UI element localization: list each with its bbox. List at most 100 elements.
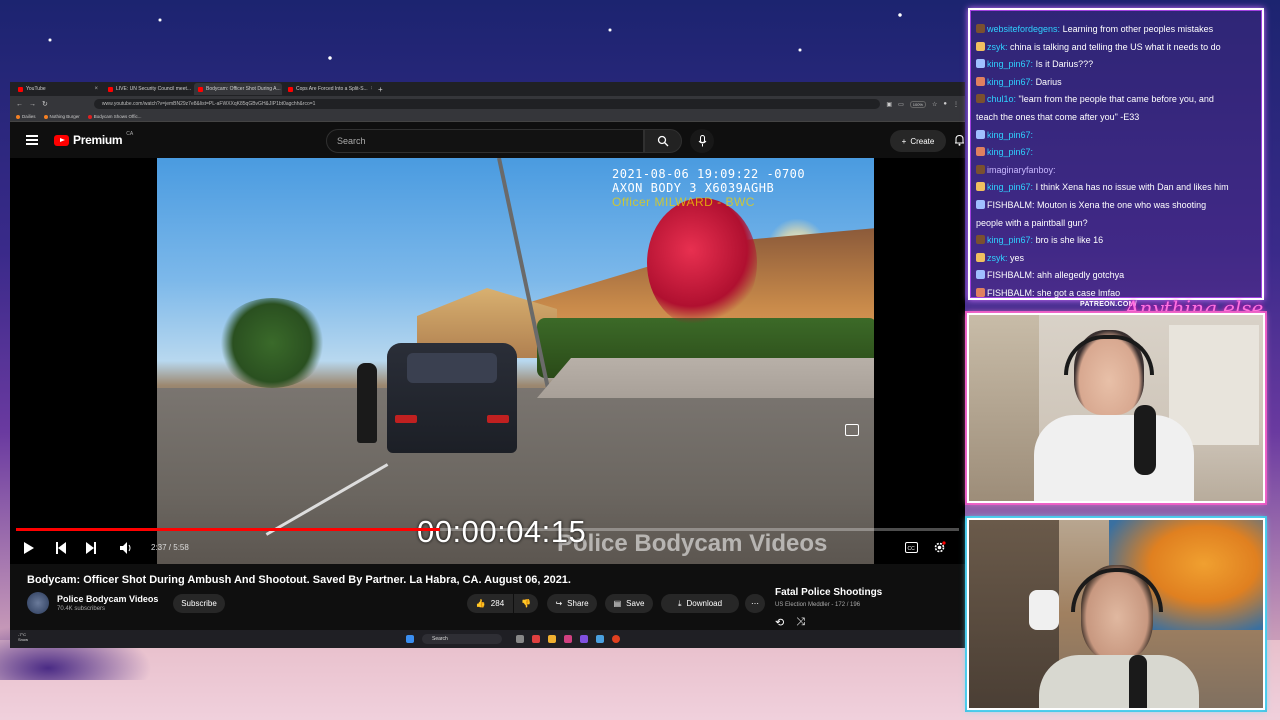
next-button[interactable] bbox=[86, 542, 96, 554]
discord-icon[interactable] bbox=[580, 635, 588, 643]
video-frame[interactable]: 2021-08-06 19:09:22 -0700 AXON BODY 3 X6… bbox=[157, 158, 874, 564]
tab-youtube[interactable]: YouTube × bbox=[14, 83, 102, 95]
chat-text: Darius bbox=[1035, 76, 1062, 87]
search-input[interactable]: Search bbox=[326, 129, 644, 153]
chat-username[interactable]: chul1o: bbox=[987, 94, 1016, 104]
chat-text: bro is she like 16 bbox=[1035, 235, 1104, 246]
chat-text: Mouton is Xena the one who was shooting bbox=[1037, 200, 1207, 210]
shuffle-icon[interactable]: ⤨ bbox=[796, 616, 805, 629]
logo-text: Premium bbox=[73, 133, 123, 147]
voice-search-button[interactable] bbox=[690, 129, 714, 153]
chat-username[interactable]: king_pin67: bbox=[987, 77, 1033, 87]
url-field[interactable]: www.youtube.com/watch?v=jemBN29z7e8&list… bbox=[93, 99, 881, 109]
close-tab-icon[interactable]: × bbox=[371, 86, 372, 92]
chat-message: zsyk: china is talking and telling the U… bbox=[976, 41, 1221, 53]
forward-icon[interactable]: → bbox=[29, 101, 36, 108]
settings-button[interactable] bbox=[933, 541, 946, 554]
search-button[interactable] bbox=[644, 129, 682, 153]
streamer-shirt bbox=[1034, 415, 1194, 501]
chat-username[interactable]: websitefordegens: bbox=[987, 24, 1060, 34]
notifications-bell-icon[interactable] bbox=[954, 134, 965, 146]
chat-message: FISHBALM: she got a case lmfao bbox=[976, 288, 1120, 298]
chat-badge-icon bbox=[976, 182, 985, 192]
dislike-button[interactable]: 👎 bbox=[514, 594, 538, 613]
video-title: Bodycam: Officer Shot During Ambush And … bbox=[27, 574, 571, 586]
chat-badge-icon bbox=[976, 59, 985, 69]
chat-badge-icon bbox=[976, 270, 985, 280]
back-icon[interactable]: ← bbox=[16, 101, 23, 108]
taskbar-search[interactable]: Search bbox=[422, 634, 502, 644]
video-player[interactable]: 2021-08-06 19:09:22 -0700 AXON BODY 3 X6… bbox=[10, 158, 965, 564]
create-button[interactable]: + Create bbox=[890, 130, 946, 152]
app-icon[interactable] bbox=[596, 635, 604, 643]
app-icon[interactable] bbox=[564, 635, 572, 643]
play-button[interactable] bbox=[24, 542, 34, 554]
playlist-panel[interactable]: Fatal Police Shootings US Election Meddl… bbox=[765, 578, 965, 634]
chat-username[interactable]: zsyk: bbox=[987, 253, 1008, 263]
profile-icon[interactable]: ● bbox=[943, 101, 947, 108]
chat-username[interactable]: FISHBALM: bbox=[987, 200, 1035, 210]
previous-icon bbox=[56, 542, 66, 554]
youtube-logo[interactable]: Premium CA bbox=[54, 131, 134, 147]
stamp-officer: Officer MILWARD - BWC bbox=[612, 195, 755, 209]
bookmark-item[interactable]: Bodycam Shows Offic... bbox=[87, 114, 141, 119]
hamburger-menu-icon[interactable] bbox=[26, 133, 38, 148]
chat-badge-icon bbox=[976, 200, 985, 209]
previous-button[interactable] bbox=[56, 542, 66, 554]
download-button[interactable]: ⤓ Download bbox=[661, 594, 739, 613]
picture-in-picture-icon[interactable] bbox=[845, 424, 859, 436]
extension-icon[interactable]: ▣ bbox=[886, 101, 892, 108]
channel-name[interactable]: Police Bodycam Videos bbox=[57, 594, 158, 604]
tab-un-security[interactable]: LIVE: UN Security Council meet...× bbox=[104, 83, 192, 95]
close-tab-icon[interactable]: × bbox=[94, 86, 98, 92]
chat-message: king_pin67: bbox=[976, 129, 1033, 141]
new-tab-icon[interactable]: + bbox=[374, 85, 387, 94]
menu-icon[interactable]: ⋮ bbox=[953, 101, 959, 108]
bookmark-item[interactable]: Dailies bbox=[16, 114, 36, 119]
folder-icon[interactable] bbox=[548, 635, 556, 643]
webcam-streamer-1 bbox=[967, 313, 1265, 503]
chat-username[interactable]: king_pin67: bbox=[987, 182, 1033, 192]
chat-username[interactable]: imaginaryfanboy: bbox=[987, 165, 1056, 175]
chat-username[interactable]: king_pin67: bbox=[987, 130, 1033, 140]
chat-badge-icon bbox=[976, 129, 985, 139]
tab-cops[interactable]: Cops Are Forced Into a Split-S...× bbox=[284, 83, 372, 95]
volume-button[interactable] bbox=[120, 542, 132, 554]
like-button[interactable]: 👍 284 bbox=[467, 594, 513, 613]
chrome-icon[interactable] bbox=[612, 635, 620, 643]
share-label: Share bbox=[567, 599, 589, 608]
tab-bodycam[interactable]: Bodycam: Officer Shot During A...× bbox=[194, 83, 282, 95]
loop-icon[interactable]: ⟲ bbox=[775, 616, 784, 629]
chat-message: FISHBALM: Mouton is Xena the one who was… bbox=[976, 200, 1206, 211]
bookmark-star-icon[interactable]: ☆ bbox=[932, 101, 937, 108]
stream-chat: websitefordegens: Learning from other pe… bbox=[968, 8, 1264, 300]
share-button[interactable]: ↪ Share bbox=[547, 594, 597, 613]
bookmark-item[interactable]: Nothing Burger bbox=[43, 114, 80, 119]
gear-icon bbox=[934, 541, 946, 553]
more-actions-button[interactable]: ⋯ bbox=[745, 594, 765, 613]
progress-bar[interactable] bbox=[16, 528, 959, 531]
captions-button[interactable]: CC bbox=[905, 542, 918, 553]
chat-message: king_pin67: I think Xena has no issue wi… bbox=[976, 182, 1229, 193]
weather-widget[interactable]: -7°C Snow bbox=[18, 632, 28, 642]
chat-username[interactable]: king_pin67: bbox=[987, 59, 1033, 69]
chat-username[interactable]: FISHBALM: bbox=[987, 288, 1035, 298]
zoom-indicator[interactable]: 100% bbox=[909, 100, 926, 108]
chat-username[interactable]: king_pin67: bbox=[987, 235, 1033, 245]
chat-username[interactable]: FISHBALM: bbox=[987, 270, 1035, 280]
reload-icon[interactable]: ↻ bbox=[42, 100, 48, 108]
channel-avatar[interactable] bbox=[27, 592, 49, 614]
app-icon[interactable] bbox=[532, 635, 540, 643]
subscribe-button[interactable]: Subscribe bbox=[173, 594, 225, 613]
chat-username[interactable]: zsyk: bbox=[987, 42, 1008, 52]
headphones-icon bbox=[1064, 335, 1154, 375]
start-icon[interactable] bbox=[406, 635, 414, 643]
screen-icon[interactable]: ▭ bbox=[898, 101, 904, 108]
chat-username[interactable]: king_pin67: bbox=[987, 147, 1033, 157]
save-button[interactable]: ▤ Save bbox=[605, 594, 653, 613]
svg-text:CC: CC bbox=[908, 546, 916, 552]
region-code: CA bbox=[126, 131, 134, 137]
microphone-icon bbox=[1134, 405, 1156, 475]
youtube-play-icon bbox=[54, 134, 69, 146]
task-view-icon[interactable] bbox=[516, 635, 524, 643]
